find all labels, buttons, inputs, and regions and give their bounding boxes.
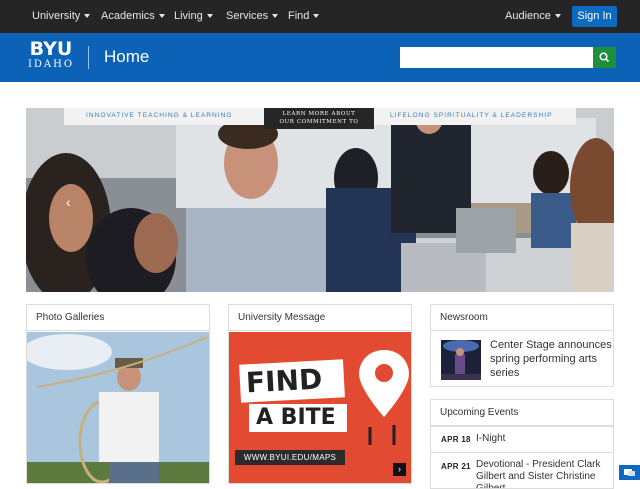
header-divider: [88, 46, 89, 69]
nav-audience-label: Audience: [505, 10, 551, 22]
sign-in-button[interactable]: Sign In: [572, 6, 617, 27]
card-title: Upcoming Events: [431, 400, 613, 426]
card-title: Newsroom: [431, 305, 613, 331]
learn-more-line1: LEARN MORE ABOUT: [282, 111, 356, 117]
nav-services[interactable]: Services: [226, 0, 279, 33]
nav-university[interactable]: University: [32, 0, 91, 33]
news-thumbnail[interactable]: [441, 340, 481, 380]
card-title: Photo Galleries: [27, 305, 209, 331]
learn-more-link[interactable]: LEARN MORE ABOUT OUR COMMITMENT TO: [264, 108, 374, 129]
hero-carousel[interactable]: INNOVATIVE TEACHING & LEARNING LEARN MOR…: [26, 108, 614, 292]
banner-left-text: INNOVATIVE TEACHING & LEARNING: [86, 112, 233, 119]
promo-sign-a-bite: A BITE: [249, 404, 347, 432]
university-message-card: University Message FIND A BITE WWW.BYUI.…: [228, 304, 412, 484]
learn-more-line2: OUR COMMITMENT TO: [279, 119, 359, 125]
map-pin-icon: [359, 350, 409, 445]
banner-right-text: LIFELONG SPIRITUALITY & LEADERSHIP: [390, 112, 553, 119]
nav-academics[interactable]: Academics: [101, 0, 165, 33]
stage-photo: [441, 340, 481, 380]
find-a-bite-promo[interactable]: FIND A BITE WWW.BYUI.EDU/MAPS ›: [229, 332, 411, 483]
next-arrow-icon[interactable]: ›: [393, 463, 406, 476]
top-navigation-bar: University Academics Living Services Fin…: [0, 0, 640, 33]
maps-url-text: WWW.BYUI.EDU/MAPS: [235, 450, 345, 465]
search-button[interactable]: [593, 47, 616, 68]
byu-idaho-logo[interactable]: BYU IDAHO: [26, 39, 76, 77]
newsroom-card: Newsroom Center Stage announces spring p…: [430, 304, 614, 387]
rodeo-photo: [27, 332, 209, 483]
feedback-button[interactable]: [619, 465, 640, 480]
chevron-down-icon: [84, 14, 91, 19]
event-item[interactable]: APR 21 Devotional - President Clark Gilb…: [431, 452, 613, 489]
chevron-down-icon: [313, 14, 320, 19]
event-date: APR 21: [441, 462, 471, 471]
promo-sign-find: FIND: [239, 359, 345, 403]
carousel-prev-icon[interactable]: ‹: [66, 194, 74, 210]
event-date: APR 18: [441, 435, 471, 444]
hero-classroom-photo: [26, 108, 614, 292]
event-name: Devotional - President Clark Gilbert and…: [476, 459, 601, 489]
news-headline-link[interactable]: Center Stage announces spring performing…: [490, 338, 613, 380]
search-input[interactable]: [400, 47, 593, 68]
event-item[interactable]: APR 18 I-Night: [431, 426, 613, 452]
card-title: University Message: [229, 305, 411, 331]
upcoming-events-card: Upcoming Events APR 18 I-Night APR 21 De…: [430, 399, 614, 489]
nav-services-label: Services: [226, 10, 269, 22]
logo-text-bottom: IDAHO: [27, 59, 75, 70]
photo-gallery-image[interactable]: [27, 332, 209, 483]
chevron-down-icon: [272, 14, 279, 19]
nav-find[interactable]: Find: [288, 0, 320, 33]
nav-living[interactable]: Living: [174, 0, 213, 33]
site-header: BYU IDAHO Home: [0, 33, 640, 82]
chevron-down-icon: [554, 14, 561, 19]
event-name: I-Night: [476, 433, 506, 444]
logo-text-top: BYU: [29, 38, 73, 60]
nav-living-label: Living: [174, 10, 203, 22]
nav-university-label: University: [32, 10, 81, 22]
hero-banner: INNOVATIVE TEACHING & LEARNING LEARN MOR…: [64, 108, 576, 129]
nav-find-label: Find: [288, 10, 310, 22]
nav-academics-label: Academics: [101, 10, 155, 22]
nav-audience[interactable]: Audience: [505, 0, 561, 33]
chevron-down-icon: [158, 14, 165, 19]
page-title: Home: [104, 47, 150, 66]
search-icon: [599, 52, 610, 63]
photo-galleries-card: Photo Galleries: [26, 304, 210, 484]
chat-icon: [624, 469, 635, 476]
chevron-down-icon: [206, 14, 213, 19]
